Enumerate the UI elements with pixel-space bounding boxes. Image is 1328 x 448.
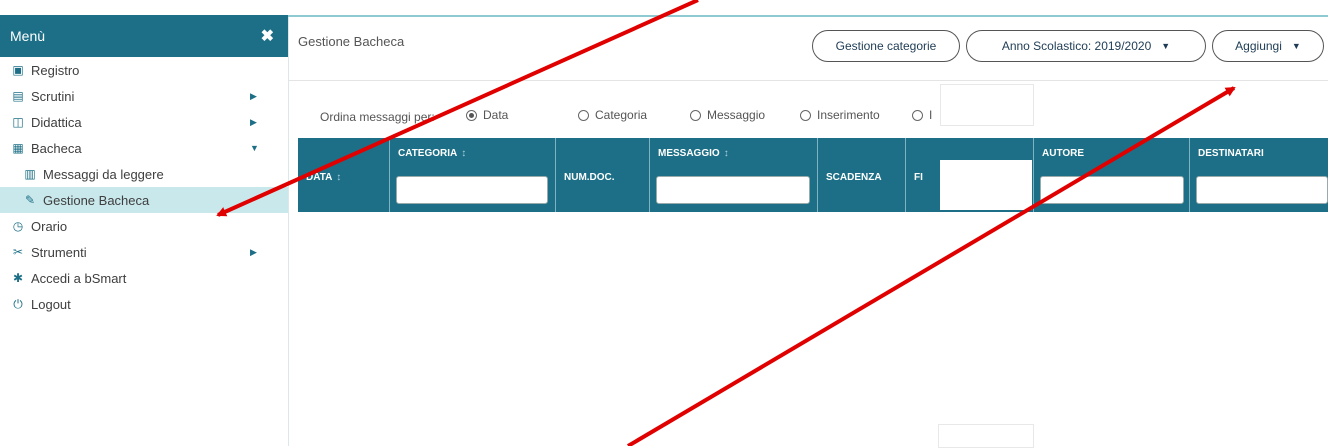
column-categoria[interactable]: CATEGORIA ↕: [390, 138, 556, 212]
sort-icon: ↕: [723, 148, 729, 159]
close-icon[interactable]: ✖: [261, 26, 274, 46]
clock-icon: ◷: [12, 219, 24, 233]
tools-icon: ✂: [12, 245, 24, 259]
caret-down-icon: ▼: [1291, 41, 1301, 51]
sidebar-item-orario[interactable]: ◷ Orario: [0, 213, 288, 239]
sidebar-item-strumenti[interactable]: ✂ Strumenti ▶: [0, 239, 288, 265]
white-overlay-box: [938, 424, 1034, 448]
messaggio-filter-input[interactable]: [656, 176, 810, 204]
header-divider: [288, 80, 1328, 81]
sidebar-item-didattica[interactable]: ◫ Didattica ▶: [0, 109, 288, 135]
chevron-right-icon: ▶: [250, 246, 257, 257]
order-option-messaggio[interactable]: Messaggio: [690, 108, 765, 122]
sidebar-item-label: Didattica: [31, 114, 82, 130]
sidebar-item-gestione-bacheca[interactable]: ✎ Gestione Bacheca: [0, 187, 288, 213]
sort-icon: ↕: [461, 148, 467, 159]
sidebar-item-scrutini[interactable]: ▤ Scrutini ▶: [0, 83, 288, 109]
radio[interactable]: [800, 109, 811, 121]
column-autore[interactable]: AUTORE: [1034, 138, 1190, 212]
sidebar-item-logout[interactable]: ⏻ Logout: [0, 291, 288, 317]
button-label: Anno Scolastico: 2019/2020: [1001, 39, 1152, 53]
button-label: Gestione categorie: [835, 39, 937, 53]
column-label: SCADENZA: [826, 172, 882, 183]
white-overlay-box: [940, 84, 1034, 126]
table-header: DATA ↕ CATEGORIA ↕ NUM.DOC. MESSAGGIO ↕ SCA…: [298, 138, 1328, 212]
radio[interactable]: [912, 109, 923, 121]
sidebar-item-messaggi-da-leggere[interactable]: ▥ Messaggi da leggere: [0, 161, 288, 187]
sidebar-item-label: Logout: [31, 296, 71, 312]
column-data[interactable]: DATA ↕: [298, 138, 390, 212]
button-label: Aggiungi: [1235, 39, 1282, 53]
sidebar-item-label: Messaggi da leggere: [43, 166, 164, 182]
column-messaggio[interactable]: MESSAGGIO ↕: [650, 138, 818, 212]
sidebar-item-registro[interactable]: ▣ Registro: [0, 57, 288, 83]
sidebar-item-label: Accedi a bSmart: [31, 270, 127, 286]
top-accent-line: [288, 15, 1328, 17]
order-option-data[interactable]: Data: [466, 108, 508, 122]
white-overlay-box: [940, 160, 1032, 210]
sidebar-item-label: Scrutini: [31, 88, 75, 104]
chevron-down-icon: ▼: [250, 143, 259, 153]
order-option-inserimento[interactable]: Inserimento: [800, 108, 880, 122]
autore-filter-input[interactable]: [1040, 176, 1184, 204]
sidebar-item-label: Gestione Bacheca: [43, 192, 150, 208]
chevron-right-icon: ▶: [250, 116, 257, 127]
column-label: FI: [914, 172, 923, 183]
caret-down-icon: ▼: [1161, 41, 1171, 51]
sidebar-item-bsmart[interactable]: ✱ Accedi a bSmart: [0, 265, 288, 291]
book-icon: ◫: [12, 115, 24, 129]
categoria-filter-input[interactable]: [396, 176, 548, 204]
order-option-label: Categoria: [595, 108, 648, 122]
document-icon: ▤: [12, 89, 24, 103]
column-scadenza: SCADENZA: [818, 138, 906, 212]
board-icon: ▦: [12, 141, 24, 155]
sidebar-item-label: Registro: [31, 62, 80, 78]
column-label: MESSAGGIO: [658, 148, 720, 159]
order-label: Ordina messaggi per:: [320, 110, 435, 124]
radio[interactable]: [578, 109, 589, 121]
sidebar-item-label: Orario: [31, 218, 68, 234]
order-option-categoria[interactable]: Categoria: [578, 108, 647, 122]
destinatari-filter-input[interactable]: [1196, 176, 1328, 204]
sidebar-item-label: Strumenti: [31, 244, 87, 260]
sidebar-title: Menù: [10, 28, 46, 44]
radio[interactable]: [690, 109, 701, 121]
column-destinatari[interactable]: DESTINATARI: [1190, 138, 1328, 212]
logout-icon: ⏻: [13, 296, 23, 311]
sidebar-item-bacheca[interactable]: ▦ Bacheca ▼: [0, 135, 288, 161]
column-label: DATA: [306, 172, 333, 183]
calendar-icon: ▣: [12, 63, 24, 77]
sort-icon: ↕: [336, 172, 342, 183]
column-label: NUM.DOC.: [564, 172, 615, 183]
radio-selected[interactable]: [466, 109, 477, 121]
sidebar-item-label: Bacheca: [31, 140, 82, 156]
edit-icon: ✎: [24, 193, 36, 207]
school-year-dropdown[interactable]: Anno Scolastico: 2019/2020 ▼: [966, 30, 1206, 62]
sidebar-header: Menù ✖: [0, 15, 288, 57]
sidebar: Menù ✖ ▣ Registro ▤ Scrutini ▶ ◫ Didatti…: [0, 15, 289, 446]
order-option-truncated[interactable]: I: [912, 108, 932, 122]
order-option-label: Inserimento: [817, 108, 880, 122]
column-label: DESTINATARI: [1198, 148, 1264, 159]
star-icon: ✱: [12, 271, 24, 285]
order-option-label: Data: [483, 108, 509, 122]
page-title: Gestione Bacheca: [298, 34, 405, 49]
order-option-label: Messaggio: [707, 108, 766, 122]
gestione-categorie-button[interactable]: Gestione categorie: [812, 30, 960, 62]
column-num-doc: NUM.DOC.: [556, 138, 650, 212]
column-label: AUTORE: [1042, 148, 1085, 159]
column-label: CATEGORIA: [398, 148, 458, 159]
add-dropdown-button[interactable]: Aggiungi ▼: [1212, 30, 1324, 62]
order-option-label: I: [929, 108, 933, 122]
chevron-right-icon: ▶: [250, 90, 257, 101]
messages-icon: ▥: [24, 167, 36, 181]
